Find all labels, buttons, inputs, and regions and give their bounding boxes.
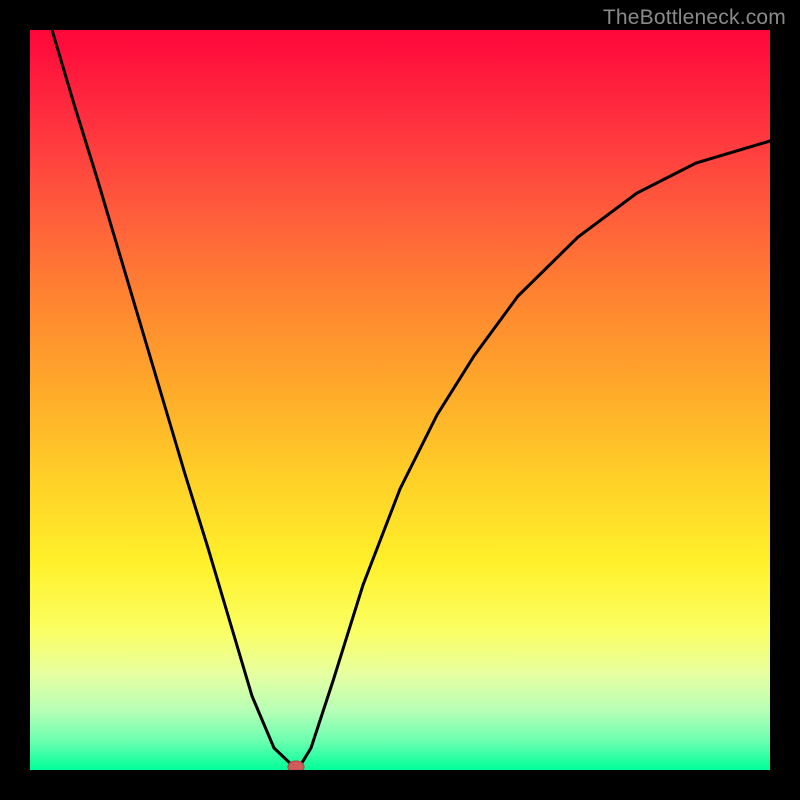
plot-area — [30, 30, 770, 770]
watermark-text: TheBottleneck.com — [603, 6, 786, 30]
bottleneck-curve — [52, 30, 770, 766]
chart-frame: TheBottleneck.com — [0, 0, 800, 800]
curve-layer — [30, 30, 770, 770]
optimal-point-marker — [288, 761, 304, 770]
